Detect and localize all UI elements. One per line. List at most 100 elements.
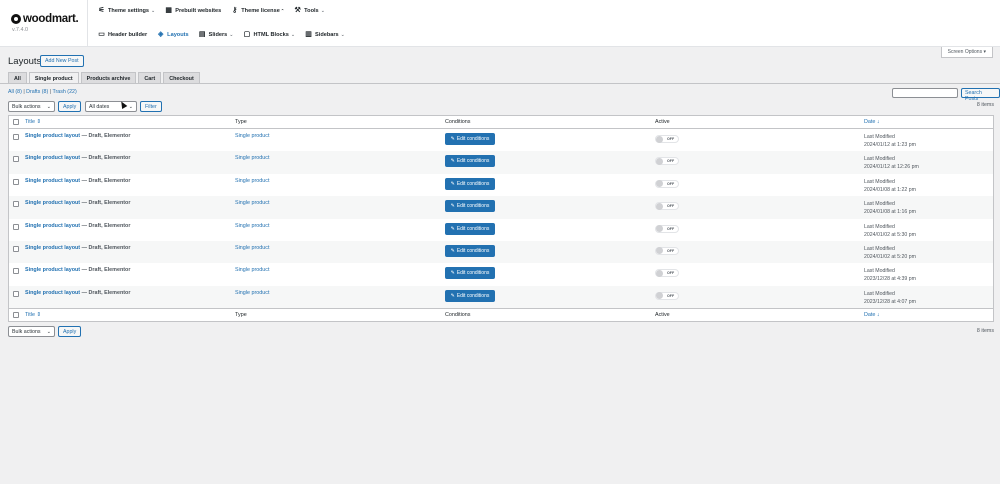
row-checkbox[interactable]	[13, 156, 19, 163]
version-label: v.7.4.0	[12, 27, 29, 33]
tab-cart[interactable]: Cart	[138, 72, 162, 83]
add-new-post-button[interactable]: Add New Post	[40, 55, 84, 67]
row-post-state: — Draft, Elementor	[80, 289, 131, 296]
row-type-link[interactable]: Single product	[235, 155, 269, 161]
tab-all[interactable]: All	[8, 72, 27, 83]
column-date[interactable]: Date ↓	[864, 119, 880, 125]
active-toggle[interactable]: OFF	[655, 224, 679, 233]
nav-row-bottom: ▭ Header builder ◈ Layouts ▤ Sliders ⌄ ▢…	[98, 31, 355, 38]
row-checkbox[interactable]	[13, 223, 19, 230]
edit-conditions-label: Edit conditions	[456, 292, 490, 299]
toggle-state-label: OFF	[667, 137, 675, 141]
nav-html-blocks[interactable]: ▢ HTML Blocks ⌄	[243, 31, 295, 38]
apply-button[interactable]: Apply	[58, 101, 82, 112]
row-checkbox[interactable]	[13, 245, 19, 252]
nav-sliders[interactable]: ▤ Sliders ⌄	[199, 31, 234, 38]
bulk-actions-select-bottom[interactable]: Bulk actions ⌄	[8, 326, 55, 337]
row-type-link[interactable]: Single product	[235, 223, 269, 229]
table-row: Single product layout — Draft, Elementor…	[9, 263, 993, 285]
select-all-checkbox-footer[interactable]	[13, 312, 19, 319]
row-checkbox[interactable]	[13, 201, 19, 208]
active-toggle[interactable]: OFF	[655, 179, 679, 188]
table-row: Single product layout — Draft, Elementor…	[9, 196, 993, 219]
bulk-actions-select[interactable]: Bulk actions ⌄	[8, 101, 55, 112]
row-type-link[interactable]: Single product	[235, 133, 269, 139]
nav-layouts[interactable]: ◈ Layouts	[157, 31, 189, 38]
row-title-link[interactable]: Single product layout — Draft, Elementor	[25, 223, 130, 229]
column-date-label: Date	[864, 119, 876, 125]
row-checkbox[interactable]	[13, 268, 19, 275]
row-type-link[interactable]: Single product	[235, 245, 269, 251]
active-toggle[interactable]: OFF	[655, 269, 679, 278]
tab-products-archive[interactable]: Products archive	[80, 72, 137, 83]
active-toggle[interactable]: OFF	[655, 135, 679, 143]
filter-button[interactable]: Filter	[140, 101, 162, 112]
column-title[interactable]: Title ⇕	[25, 119, 41, 125]
select-all-checkbox[interactable]	[13, 119, 19, 125]
nav-label: Sidebars	[315, 31, 339, 38]
row-title-link[interactable]: Single product layout — Draft, Elementor	[25, 267, 130, 273]
row-title-link[interactable]: Single product layout — Draft, Elementor	[25, 290, 130, 296]
pencil-icon: ✎	[450, 225, 455, 232]
search-input[interactable]	[892, 88, 958, 98]
row-date: Last Modified 2023/12/28 at 4:07 pm	[864, 290, 916, 306]
row-checkbox[interactable]	[13, 134, 19, 140]
active-toggle[interactable]: OFF	[655, 157, 679, 166]
items-count-top: 8 items	[976, 102, 994, 108]
toggle-knob	[656, 247, 663, 255]
filter-trash-link[interactable]: Trash (22)	[52, 89, 76, 95]
nav-sidebars[interactable]: ▥ Sidebars ⌄	[305, 31, 345, 38]
edit-conditions-button[interactable]: ✎ Edit conditions	[445, 155, 495, 168]
edit-conditions-button[interactable]: ✎ Edit conditions	[445, 289, 495, 302]
filter-drafts-link[interactable]: Drafts (8)	[26, 89, 48, 95]
screen-options-button[interactable]: Screen Options ▾	[940, 47, 993, 58]
filter-all-link[interactable]: All (8)	[8, 89, 22, 95]
row-post-state: — Draft, Elementor	[80, 155, 131, 162]
nav-theme-settings[interactable]: ⚟ Theme settings ⌄	[98, 7, 155, 14]
edit-conditions-button[interactable]: ✎ Edit conditions	[445, 133, 495, 145]
woodmart-logo[interactable]: woodmart.	[11, 13, 79, 25]
nav-header-builder[interactable]: ▭ Header builder	[98, 31, 147, 38]
row-title-link[interactable]: Single product layout — Draft, Elementor	[25, 200, 130, 206]
row-title-link[interactable]: Single product layout — Draft, Elementor	[25, 245, 130, 251]
logo-text: woodmart.	[23, 13, 79, 25]
nav-tools[interactable]: ⚒ Tools ⌄	[294, 7, 325, 14]
apply-button-bottom[interactable]: Apply	[58, 326, 82, 337]
row-type-link[interactable]: Single product	[235, 290, 269, 296]
active-toggle[interactable]: OFF	[655, 246, 679, 255]
nav-label: Sliders	[208, 31, 228, 38]
dates-select[interactable]: All dates ⌄	[85, 101, 137, 112]
edit-conditions-button[interactable]: ✎ Edit conditions	[445, 222, 495, 235]
row-type-link[interactable]: Single product	[235, 200, 269, 206]
row-type-link[interactable]: Single product	[235, 267, 269, 273]
edit-conditions-button[interactable]: ✎ Edit conditions	[445, 177, 495, 190]
search-posts-button[interactable]: Search Posts	[961, 88, 1000, 102]
row-date-status: Last Modified	[864, 223, 895, 230]
toggle-knob	[656, 269, 663, 277]
grid-icon: ▦	[165, 7, 173, 14]
table-row: Single product layout — Draft, Elementor…	[9, 285, 993, 309]
tab-single-product[interactable]: Single product	[28, 72, 79, 83]
row-checkbox[interactable]	[13, 178, 19, 185]
row-checkbox[interactable]	[13, 290, 19, 297]
active-toggle[interactable]: OFF	[655, 291, 679, 300]
row-title-link[interactable]: Single product layout — Draft, Elementor	[25, 133, 130, 139]
tab-checkout[interactable]: Checkout	[163, 72, 200, 83]
column-conditions: Conditions	[445, 119, 471, 125]
logo-mark-icon	[11, 14, 21, 24]
row-title-link[interactable]: Single product layout — Draft, Elementor	[25, 178, 130, 184]
nav-prebuilt-websites[interactable]: ▦ Prebuilt websites	[165, 7, 221, 14]
column-date-footer[interactable]: Date ↓	[864, 312, 880, 318]
row-post-state: — Draft, Elementor	[80, 222, 131, 229]
nav-theme-license[interactable]: ⚷ Theme license ⌃	[231, 7, 284, 14]
row-title-link[interactable]: Single product layout — Draft, Elementor	[25, 155, 130, 161]
chevron-down-icon: ⌄	[229, 31, 234, 38]
column-type-footer: Type	[235, 312, 247, 319]
column-title-footer[interactable]: Title ⇕	[25, 312, 41, 318]
row-type-link[interactable]: Single product	[235, 178, 269, 184]
edit-conditions-button[interactable]: ✎ Edit conditions	[445, 244, 495, 257]
edit-conditions-button[interactable]: ✎ Edit conditions	[445, 267, 495, 280]
edit-conditions-button[interactable]: ✎ Edit conditions	[445, 200, 495, 213]
row-date-status: Last Modified	[864, 268, 895, 275]
active-toggle[interactable]: OFF	[655, 202, 679, 211]
